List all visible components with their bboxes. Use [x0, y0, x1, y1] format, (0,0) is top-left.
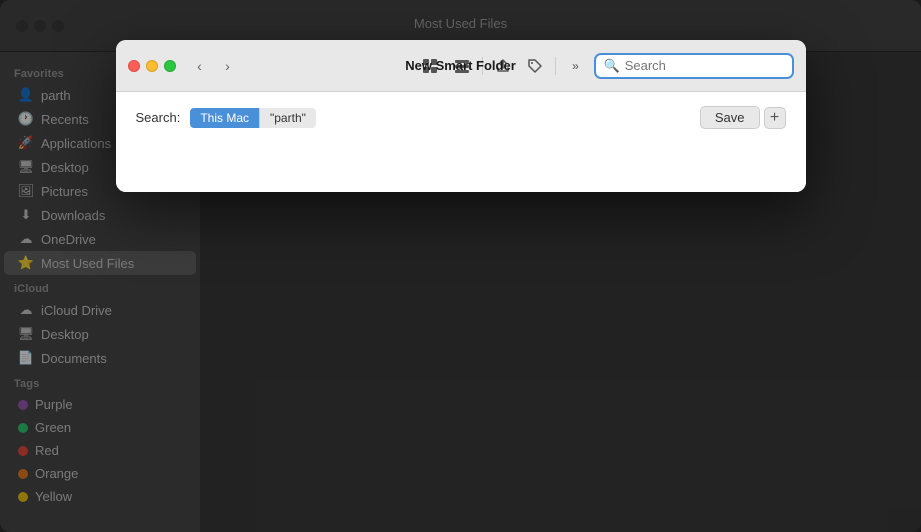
save-button[interactable]: Save — [700, 106, 760, 129]
forward-button[interactable]: › — [216, 54, 240, 78]
back-button[interactable]: ‹ — [188, 54, 212, 78]
search-token: This Mac "parth" — [190, 108, 316, 128]
toolbar-divider-2 — [555, 57, 556, 75]
traffic-lights — [128, 60, 176, 72]
smart-folder-modal: ‹ › New Smart Folder — [116, 40, 806, 192]
maximize-button[interactable] — [164, 60, 176, 72]
modal-titlebar: ‹ › New Smart Folder — [116, 40, 806, 92]
search-criteria-label: Search: — [136, 110, 181, 125]
save-area: Save + — [700, 106, 786, 129]
more-icon: » — [572, 59, 579, 73]
back-icon: ‹ — [197, 58, 202, 74]
more-button[interactable]: » — [562, 52, 590, 80]
forward-icon: › — [225, 58, 230, 74]
query-token[interactable]: "parth" — [259, 108, 316, 128]
location-token[interactable]: This Mac — [190, 108, 259, 128]
modal-content: Search: This Mac "parth" Save + — [116, 92, 806, 192]
minimize-button[interactable] — [146, 60, 158, 72]
navigation-buttons: ‹ › — [188, 54, 240, 78]
search-bar[interactable]: 🔍 — [594, 53, 794, 79]
search-icon: 🔍 — [604, 58, 620, 74]
search-criteria-row: Search: This Mac "parth" Save + — [136, 106, 786, 129]
tag-icon — [527, 58, 543, 74]
tag-button[interactable] — [521, 52, 549, 80]
close-button[interactable] — [128, 60, 140, 72]
modal-overlay: ‹ › New Smart Folder — [0, 0, 921, 532]
add-criteria-button[interactable]: + — [764, 107, 786, 129]
search-input[interactable] — [625, 58, 784, 73]
modal-title: New Smart Folder — [405, 58, 516, 73]
